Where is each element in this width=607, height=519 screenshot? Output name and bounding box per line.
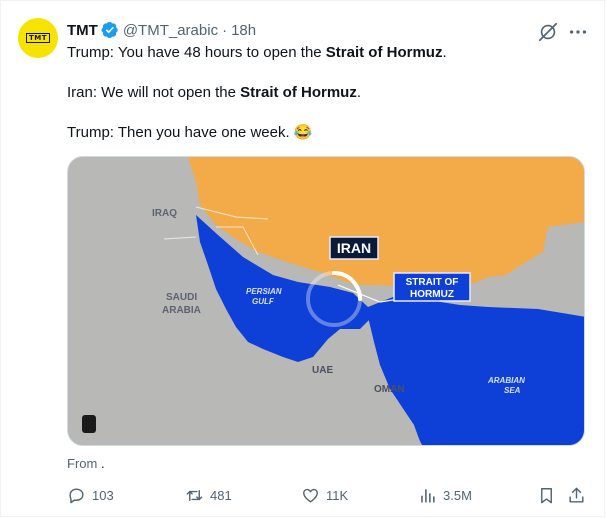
more-icon[interactable] (567, 21, 589, 43)
label-arabia: ARABIA (162, 305, 201, 316)
tweet-header: TMT @TMT_arabic · 18h (67, 19, 256, 41)
bookmark-button[interactable] (537, 481, 562, 509)
watermark-block (82, 415, 96, 433)
map-image: IRAQ IRAN SAUDI ARABIA PERSIAN GULF STRA… (68, 157, 584, 445)
author-name[interactable]: TMT (67, 22, 98, 39)
video-player[interactable]: IRAQ IRAN SAUDI ARABIA PERSIAN GULF STRA… (67, 156, 585, 446)
like-button[interactable]: 11K (301, 481, 348, 509)
label-arabian: ARABIAN (487, 376, 525, 385)
action-bar: 103 481 11K 3.5M (1, 481, 606, 509)
from-label: From (67, 456, 98, 471)
bookmark-icon (541, 487, 552, 503)
label-oman: OMAN (374, 384, 405, 395)
repost-count: 481 (210, 487, 232, 503)
tweet-card[interactable]: TMT TMT @TMT_arabic · 18h Trump: You hav… (0, 0, 605, 517)
from-attribution: From . (67, 456, 105, 471)
tweet-line-2: Iran: We will not open the Strait of Hor… (67, 84, 361, 101)
tweet-line-1: Trump: You have 48 hours to open the Str… (67, 44, 447, 61)
label-iran: IRAN (337, 240, 371, 256)
label-sea: SEA (504, 386, 521, 395)
label-hormuz: HORMUZ (410, 289, 454, 300)
verified-badge-icon (101, 21, 118, 39)
label-iran-box: IRAN (329, 236, 379, 260)
label-gulf: GULF (252, 297, 275, 306)
tweet-text: Trump: You have 48 hours to open the Str… (67, 43, 587, 163)
views-icon (421, 488, 435, 503)
avatar-logo-text: TMT (25, 33, 50, 43)
author-handle[interactable]: @TMT_arabic (123, 22, 218, 39)
label-strait-box: STRAIT OF HORMUZ (393, 272, 471, 302)
reply-count: 103 (92, 487, 114, 503)
label-strait-of: STRAIT OF (406, 277, 459, 288)
views-count: 3.5M (443, 487, 472, 503)
from-name-link[interactable]: . (101, 456, 105, 471)
share-button[interactable] (567, 481, 592, 509)
repost-button[interactable]: 481 (185, 481, 232, 509)
share-icon (569, 487, 584, 503)
reply-button[interactable]: 103 (67, 481, 114, 509)
tweet-line-3: Trump: Then you have one week. 😂 (67, 124, 313, 141)
label-uae: UAE (312, 365, 333, 376)
label-iraq: IRAQ (152, 208, 177, 219)
tweet-timestamp[interactable]: 18h (231, 22, 256, 39)
label-saudi: SAUDI (166, 292, 197, 303)
like-count: 11K (326, 487, 349, 503)
label-persian: PERSIAN (246, 287, 282, 296)
reply-icon (69, 487, 84, 503)
views-button[interactable]: 3.5M (418, 481, 472, 509)
like-icon (303, 488, 318, 503)
separator-dot: · (222, 21, 228, 39)
repost-icon (186, 489, 203, 501)
avatar[interactable]: TMT (18, 18, 58, 58)
grok-icon[interactable] (537, 21, 559, 43)
